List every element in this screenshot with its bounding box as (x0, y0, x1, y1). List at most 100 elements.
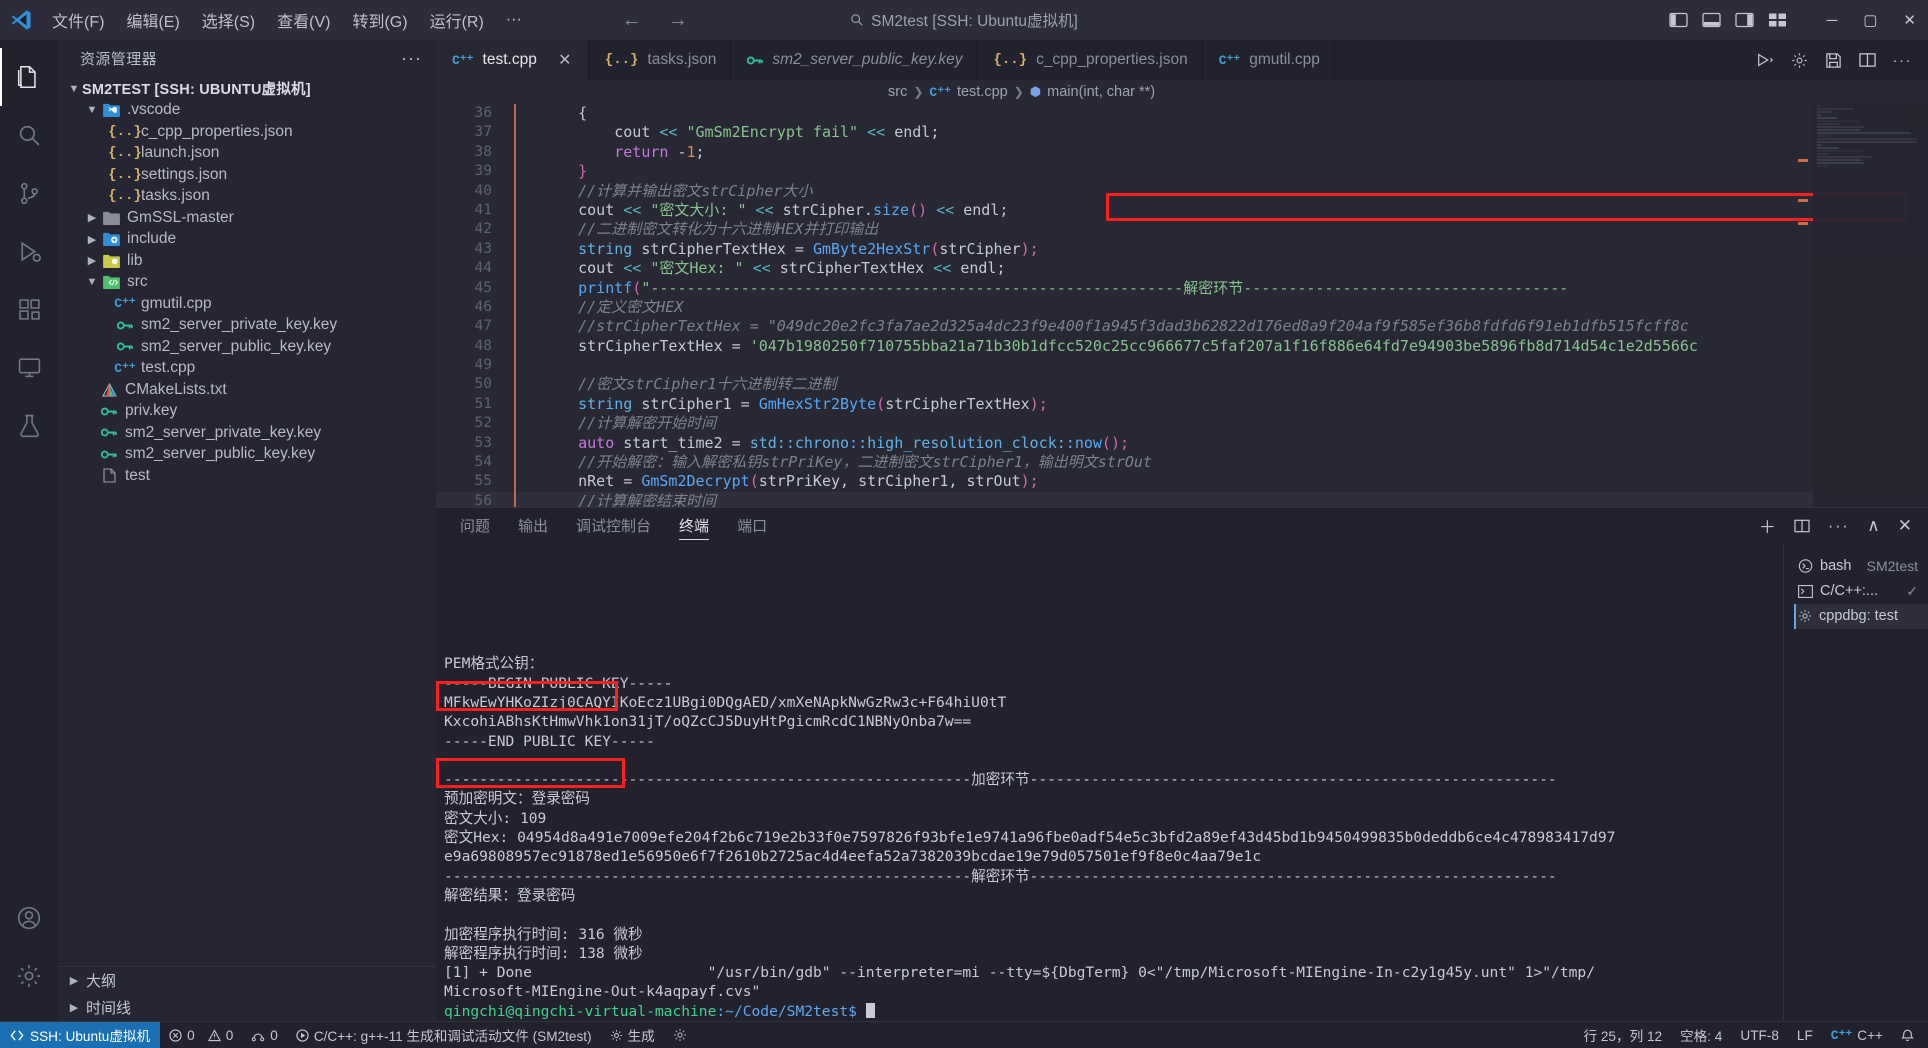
maximize-panel-icon[interactable]: ∧ (1867, 516, 1879, 536)
tree-item-lib[interactable]: ▶ lib (58, 250, 436, 272)
tree-item-gmssl-master[interactable]: ▶ GmSSL-master (58, 207, 436, 229)
tree-item-sm2-server-public-key-src[interactable]: sm2_server_public_key.key (58, 336, 436, 358)
more-actions-icon[interactable]: ··· (1893, 52, 1913, 69)
save-all-icon[interactable] (1825, 52, 1842, 69)
menu-select[interactable]: 选择(S) (192, 4, 265, 36)
sidebar-section-timeline[interactable]: ▶ 时间线 (58, 994, 436, 1021)
tree-item-sm2-server-public-key-root[interactable]: sm2_server_public_key.key (58, 444, 436, 466)
tree-item-priv-key[interactable]: priv.key (58, 401, 436, 423)
terminal-tab-cppdbg-test[interactable]: cppdbg: test (1794, 603, 1928, 629)
status-problems[interactable]: 0 0 (160, 1022, 242, 1048)
tab-sm2-server-public-key[interactable]: sm2_server_public_key.key (731, 40, 978, 80)
run-icon[interactable] (1756, 52, 1774, 68)
tree-item-cmakelists-txt[interactable]: CMakeLists.txt (58, 379, 436, 401)
terminal-prompt-line[interactable]: qingchi@qingchi-virtual-machine:~/Code/S… (444, 1002, 1783, 1021)
panel-tab-terminal[interactable]: 终端 (665, 508, 723, 544)
status-remote-host[interactable]: SSH: Ubuntu虚拟机 (0, 1021, 161, 1048)
cpp-icon: C⁺⁺ (452, 52, 474, 68)
toggle-secondary-sidebar-icon[interactable] (1734, 12, 1754, 28)
panel-tab-output[interactable]: 输出 (504, 508, 562, 544)
activity-run-debug-icon[interactable] (0, 222, 58, 280)
code-text: cout << "密文大小: " << strCipher.size() << … (542, 200, 1009, 219)
code-editor[interactable]: 36 {37 cout << "GmSm2Encrypt fail" << en… (436, 104, 1928, 507)
tree-item-c-cpp-properties-json[interactable]: {..} c_cpp_properties.json (58, 121, 436, 143)
tree-root-folder[interactable]: ▼ SM2TEST [SSH: UBUNTU虚拟机] (58, 78, 436, 100)
split-terminal-icon[interactable] (1794, 519, 1810, 533)
activity-accounts-icon[interactable] (0, 889, 58, 947)
menu-edit[interactable]: 编辑(E) (116, 4, 189, 36)
terminal-tab-cpp-task[interactable]: C/C++:... ✓ (1794, 579, 1928, 604)
minimap-line (1817, 120, 1859, 122)
tree-item-sm2-server-private-key-root[interactable]: sm2_server_private_key.key (58, 422, 436, 444)
activity-search-icon[interactable] (0, 106, 58, 164)
status-ports[interactable]: 0 (242, 1022, 287, 1048)
tab-test-cpp[interactable]: C⁺⁺ test.cpp ✕ (436, 40, 589, 80)
tab-c-cpp-properties-json[interactable]: {..} c_cpp_properties.json (977, 40, 1203, 80)
status-notifications-bell-icon[interactable] (1892, 1022, 1928, 1048)
cpp-icon: C⁺⁺ (114, 360, 136, 376)
tree-item-src[interactable]: ▼ src (58, 272, 436, 294)
menu-run[interactable]: 运行(R) (420, 4, 494, 36)
tree-item-launch-json[interactable]: {..} launch.json (58, 143, 436, 165)
minimize-button[interactable]: ─ (1827, 12, 1838, 29)
tree-item-include[interactable]: ▶ include (58, 229, 436, 251)
code-line: 50 //密文strCipher1十六进制转二进制 (436, 375, 1928, 395)
status-encoding[interactable]: UTF-8 (1731, 1022, 1788, 1048)
breadcrumb-symbol[interactable]: main(int, char **) (1047, 84, 1155, 100)
panel-more-actions-icon[interactable]: ··· (1828, 516, 1849, 536)
close-button[interactable]: ✕ (1903, 11, 1916, 29)
code-line: 41 cout << "密文大小: " << strCipher.size() … (436, 200, 1928, 221)
new-terminal-icon[interactable]: ＋ (1759, 513, 1776, 538)
maximize-button[interactable]: ▢ (1863, 11, 1877, 29)
activity-testing-icon[interactable] (0, 396, 58, 454)
tree-item-test[interactable]: test (58, 465, 436, 487)
tab-tasks-json[interactable]: {..} tasks.json (588, 40, 732, 80)
activity-explorer-icon[interactable] (0, 48, 58, 106)
status-generate-task[interactable]: 生成 (601, 1022, 664, 1048)
status-cursor-position[interactable]: 行 25，列 12 (1574, 1022, 1671, 1048)
toggle-panel-icon[interactable] (1701, 12, 1721, 28)
tree-item-vscode[interactable]: ▼ .vscode (58, 100, 436, 122)
terminal-tab-bash[interactable]: bash SM2test (1794, 554, 1928, 579)
menu-goto[interactable]: 转到(G) (342, 4, 417, 36)
activity-remote-explorer-icon[interactable] (0, 338, 58, 396)
activity-extensions-icon[interactable] (0, 280, 58, 338)
breadcrumb-src[interactable]: src (888, 84, 907, 100)
toggle-primary-sidebar-icon[interactable] (1668, 12, 1688, 28)
explorer-more-actions-icon[interactable]: ··· (401, 48, 422, 69)
customize-layout-icon[interactable] (1768, 12, 1787, 28)
status-indentation[interactable]: 空格: 4 (1671, 1022, 1731, 1048)
tree-item-sm2-server-private-key-src[interactable]: sm2_server_private_key.key (58, 315, 436, 337)
menu-more[interactable]: ··· (496, 7, 532, 33)
tab-gmutil-cpp[interactable]: C⁺⁺ gmutil.cpp (1202, 40, 1335, 80)
tree-item-label: CMakeLists.txt (125, 380, 227, 398)
arrow-left-icon[interactable]: ← (622, 9, 642, 32)
close-panel-icon[interactable]: ✕ (1898, 516, 1912, 536)
line-number: 44 (474, 260, 492, 277)
gear-icon[interactable] (1791, 52, 1808, 69)
panel-body: PEM格式公钥： -----BEGIN PUBLIC KEY----- MFkwEw… (436, 543, 1928, 1021)
panel-tab-problems[interactable]: 问题 (446, 508, 504, 544)
tree-item-label: c_cpp_properties.json (141, 122, 293, 140)
status-build-task[interactable]: C/C++: g++-11 生成和调试活动文件 (SM2test) (287, 1022, 601, 1048)
terminal-output[interactable]: PEM格式公钥： -----BEGIN PUBLIC KEY----- MFkwEw… (436, 544, 1783, 1021)
tree-item-tasks-json[interactable]: {..} tasks.json (58, 186, 436, 208)
tree-item-test-cpp[interactable]: C⁺⁺ test.cpp (58, 358, 436, 380)
status-eol[interactable]: LF (1788, 1022, 1822, 1048)
panel-tab-ports[interactable]: 端口 (723, 508, 781, 544)
close-icon[interactable]: ✕ (556, 50, 574, 70)
status-language-mode[interactable]: C⁺⁺ C++ (1822, 1022, 1892, 1048)
breadcrumb-file[interactable]: test.cpp (957, 84, 1008, 100)
tree-item-settings-json[interactable]: {..} settings.json (58, 164, 436, 186)
activity-settings-gear-icon[interactable] (0, 947, 58, 1005)
status-settings-gear[interactable] (664, 1022, 696, 1048)
tree-item-gmutil-cpp[interactable]: C⁺⁺ gmutil.cpp (58, 293, 436, 315)
menu-view[interactable]: 查看(V) (267, 4, 340, 36)
sidebar-section-outline[interactable]: ▶ 大纲 (58, 967, 436, 994)
menu-file[interactable]: 文件(F) (42, 4, 114, 36)
split-editor-icon[interactable] (1858, 52, 1876, 68)
panel-tab-debug-console[interactable]: 调试控制台 (562, 508, 665, 544)
activity-source-control-icon[interactable] (0, 164, 58, 222)
editor-minimap[interactable] (1813, 104, 1928, 507)
arrow-right-icon[interactable]: → (668, 9, 688, 32)
